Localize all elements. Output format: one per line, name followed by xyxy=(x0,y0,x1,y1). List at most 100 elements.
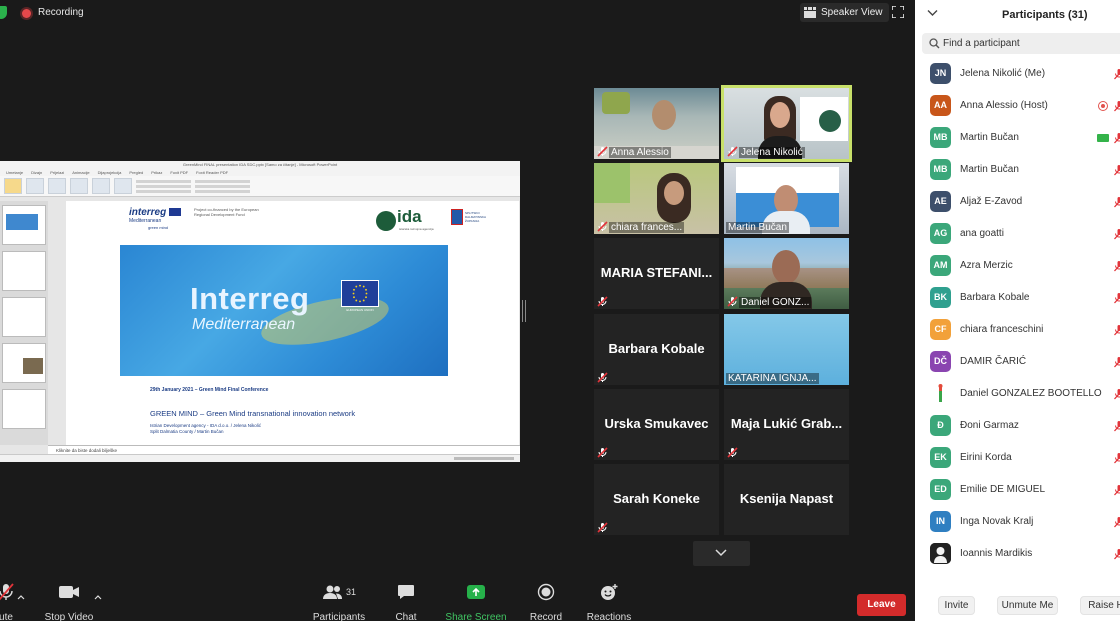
participant-search[interactable] xyxy=(922,33,1120,54)
participant-row[interactable]: AE Aljaž E-Zavod xyxy=(915,186,1120,218)
next-page-button[interactable] xyxy=(693,541,750,566)
speaker-view-button[interactable]: Speaker View xyxy=(800,3,889,22)
video-tile[interactable]: Daniel GONZ... xyxy=(724,238,849,309)
video-tile[interactable]: KATARINA IGNJA... xyxy=(724,314,849,385)
participant-row[interactable]: IN Inga Novak Kralj xyxy=(915,506,1120,538)
video-tile[interactable]: chiara frances... xyxy=(594,163,719,234)
muted-mic-icon xyxy=(597,447,608,458)
chat-label: Chat xyxy=(395,612,417,621)
ppt-tab: Dizajn xyxy=(31,170,43,175)
fullscreen-icon[interactable] xyxy=(892,6,904,18)
muted-mic-icon[interactable] xyxy=(1114,260,1120,272)
leave-button[interactable]: Leave xyxy=(857,594,906,616)
muted-mic-icon[interactable] xyxy=(1114,100,1120,112)
participants-button[interactable]: 31 Participants xyxy=(312,580,366,621)
muted-mic-icon[interactable] xyxy=(1114,356,1120,368)
share-screen-label: Share Screen xyxy=(445,612,507,621)
participant-row[interactable]: Daniel GONZALEZ BOOTELLO xyxy=(915,378,1120,410)
slide-thumbnail xyxy=(2,251,46,291)
participant-row[interactable]: CF chiara franceschini xyxy=(915,314,1120,346)
ppt-tab: Foxit PDF xyxy=(170,170,189,175)
stop-video-button[interactable]: Stop Video xyxy=(44,580,94,621)
slide-thumbnail xyxy=(2,297,46,337)
muted-mic-icon[interactable] xyxy=(1114,516,1120,528)
participant-row[interactable]: AA Anna Alessio (Host) xyxy=(915,90,1120,122)
ribbon-button xyxy=(92,178,110,194)
ppt-tab: Pregled xyxy=(129,170,144,175)
ribbon-options xyxy=(195,178,250,194)
reactions-button[interactable]: Reactions xyxy=(586,580,632,621)
video-tile[interactable]: Urska Smukavec xyxy=(594,389,719,460)
participant-name-large: Maja Lukić Grab... xyxy=(730,416,843,431)
muted-mic-icon[interactable] xyxy=(1114,132,1120,144)
video-camera-icon xyxy=(59,586,79,598)
participant-row[interactable]: ED Emilie DE MIGUEL xyxy=(915,474,1120,506)
muted-mic-icon[interactable] xyxy=(1114,228,1120,240)
participant-row[interactable]: EK Eirini Korda xyxy=(915,442,1120,474)
video-tile[interactable]: Martin Bučan xyxy=(724,163,849,234)
video-tile[interactable]: Barbara Kobale xyxy=(594,314,719,385)
muted-mic-icon[interactable] xyxy=(1114,68,1120,80)
split-divider-handle[interactable] xyxy=(522,300,526,322)
avatar: DČ xyxy=(930,351,951,372)
share-screen-button[interactable]: Share Screen xyxy=(444,580,508,621)
participant-name-large: Barbara Kobale xyxy=(608,341,705,356)
mute-label: ute xyxy=(0,612,13,621)
record-icon xyxy=(537,583,555,601)
meeting-toolbar: ute Stop Video 31 Participants Chat Shar… xyxy=(0,580,915,621)
muted-mic-icon[interactable] xyxy=(1114,164,1120,176)
video-options-caret-icon[interactable] xyxy=(94,594,102,602)
video-tile[interactable]: Ksenija Napast xyxy=(724,464,849,535)
audio-options-caret-icon[interactable] xyxy=(17,594,25,602)
video-tile[interactable]: Maja Lukić Grab... xyxy=(724,389,849,460)
chat-button[interactable]: Chat xyxy=(390,580,422,621)
muted-mic-icon xyxy=(597,372,608,383)
avatar: BK xyxy=(930,287,951,308)
muted-mic-icon[interactable] xyxy=(1114,548,1120,560)
muted-mic-icon xyxy=(597,146,608,157)
muted-mic-icon xyxy=(597,221,608,232)
participant-row[interactable]: Đ Đoni Garmaz xyxy=(915,410,1120,442)
muted-mic-icon[interactable] xyxy=(1114,196,1120,208)
raise-hand-button[interactable]: Raise H xyxy=(1080,596,1120,615)
muted-mic-icon[interactable] xyxy=(1114,292,1120,304)
muted-mic-icon xyxy=(727,296,738,307)
slide-thumbnail xyxy=(2,205,46,245)
participant-row[interactable]: MB Martin Bučan xyxy=(915,122,1120,154)
ribbon-button xyxy=(4,178,22,194)
chevron-down-icon[interactable] xyxy=(927,9,938,17)
participant-row[interactable]: AM Azra Merzic xyxy=(915,250,1120,282)
unmute-me-button[interactable]: Unmute Me xyxy=(997,596,1058,615)
muted-mic-icon[interactable] xyxy=(1114,388,1120,400)
muted-mic-icon[interactable] xyxy=(1114,484,1120,496)
participant-row[interactable]: AG ana goatti xyxy=(915,218,1120,250)
avatar xyxy=(930,543,951,564)
ppt-status-bar xyxy=(0,454,520,462)
video-tile-active-speaker[interactable]: Jelena Nikolić xyxy=(721,85,852,162)
participants-count: 31 xyxy=(345,587,356,597)
video-tile[interactable]: Anna Alessio xyxy=(594,88,719,159)
participant-name: Martin Bučan xyxy=(960,164,1019,175)
participant-row[interactable]: MB Martin Bučan xyxy=(915,154,1120,186)
record-button[interactable]: Record xyxy=(526,580,566,621)
slide-line-1: Istrian Development agency - IDA d.o.o. … xyxy=(150,423,262,428)
participant-row[interactable]: DČ DAMIR ČARIĆ xyxy=(915,346,1120,378)
participant-row[interactable]: JN Jelena Nikolić (Me) xyxy=(915,58,1120,90)
muted-mic-icon[interactable] xyxy=(1114,420,1120,432)
muted-mic-icon xyxy=(597,522,608,533)
video-tile[interactable]: Sarah Koneke xyxy=(594,464,719,535)
video-tile[interactable]: MARIA STEFANI... xyxy=(594,238,719,309)
eu-label: EUROPEAN UNION xyxy=(346,308,374,312)
participant-row[interactable]: BK Barbara Kobale xyxy=(915,282,1120,314)
chat-bubble-icon xyxy=(398,585,414,599)
muted-mic-icon[interactable] xyxy=(1114,452,1120,464)
ppt-tab: Foxit Reader PDF xyxy=(196,170,229,175)
participant-search-input[interactable] xyxy=(943,36,1113,51)
invite-button[interactable]: Invite xyxy=(938,596,975,615)
ppt-ribbon-tabs: Umetanje Dizajn Prijelazi Animacije Dija… xyxy=(0,169,520,176)
ppt-tab: Dijaprojekcija xyxy=(97,170,122,175)
county-crest-icon xyxy=(451,209,463,225)
muted-mic-icon[interactable] xyxy=(1114,324,1120,336)
participant-row[interactable]: Ioannis Mardikis xyxy=(915,538,1120,570)
encryption-shield-icon[interactable] xyxy=(0,6,7,19)
